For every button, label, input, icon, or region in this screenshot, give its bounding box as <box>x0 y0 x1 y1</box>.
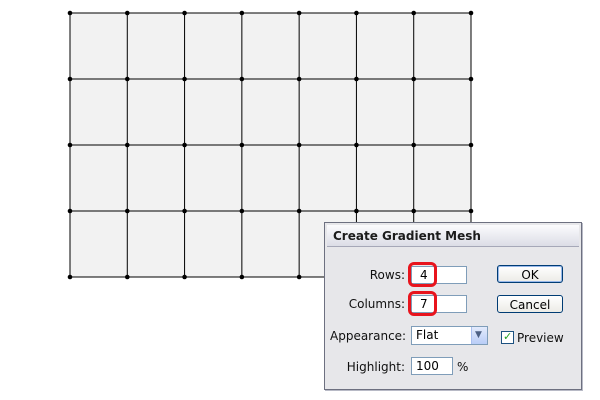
columns-label: Columns: <box>348 297 405 311</box>
mesh-anchor-point <box>411 142 417 148</box>
mesh-anchor-point <box>67 274 73 280</box>
mesh-anchor-point <box>239 208 245 214</box>
mesh-anchor-point <box>67 142 73 148</box>
appearance-label: Appearance: <box>330 329 407 343</box>
mesh-anchor-point <box>411 10 417 16</box>
mesh-anchor-point <box>124 76 130 82</box>
mesh-anchor-point <box>124 142 130 148</box>
mesh-anchor-point <box>354 142 359 148</box>
mesh-anchor-point <box>411 76 417 82</box>
highlight-label: Highlight: <box>346 360 405 374</box>
highlight-percent-unit: % <box>457 360 469 374</box>
mesh-anchor-point <box>124 208 130 214</box>
mesh-anchor-point <box>124 274 130 280</box>
preview-label[interactable]: Preview <box>517 331 564 345</box>
mesh-anchor-point <box>468 142 474 148</box>
mesh-anchor-point <box>296 10 302 16</box>
mesh-anchor-point <box>182 10 187 16</box>
mesh-anchor-point <box>124 10 130 16</box>
appearance-select[interactable]: Flat ▼ <box>411 326 488 345</box>
mesh-anchor-point <box>468 208 474 214</box>
mesh-anchor-point <box>182 142 187 148</box>
mesh-anchor-point <box>182 208 187 214</box>
checkmark-icon: ✓ <box>503 330 513 343</box>
dialog-title: Create Gradient Mesh <box>333 229 481 243</box>
mesh-anchor-point <box>354 208 359 214</box>
mesh-anchor-point <box>296 76 302 82</box>
mesh-anchor-point <box>296 274 302 280</box>
mesh-anchor-point <box>67 10 73 16</box>
dialog-title-bar[interactable]: Create Gradient Mesh <box>327 225 579 247</box>
create-gradient-mesh-dialog: Create Gradient Mesh Rows: 4 Columns: 7 … <box>324 222 582 390</box>
rows-label: Rows: <box>369 268 405 282</box>
mesh-anchor-point <box>67 76 73 82</box>
appearance-select-value: Flat <box>416 328 439 342</box>
mesh-anchor-point <box>239 76 245 82</box>
ok-button[interactable]: OK <box>497 265 563 283</box>
preview-checkbox[interactable]: ✓ <box>501 330 514 344</box>
mesh-anchor-point <box>468 10 474 16</box>
appearance-dropdown-button[interactable]: ▼ <box>471 327 487 344</box>
mesh-anchor-point <box>468 76 474 82</box>
mesh-anchor-point <box>239 10 245 16</box>
highlight-input[interactable]: 100 <box>411 357 453 375</box>
chevron-down-icon: ▼ <box>475 330 482 340</box>
rows-highlight-ring <box>408 262 437 287</box>
mesh-anchor-point <box>411 208 417 214</box>
mesh-anchor-point <box>239 142 245 148</box>
mesh-anchor-point <box>239 274 245 280</box>
mesh-anchor-point <box>67 208 73 214</box>
mesh-anchor-point <box>354 76 359 82</box>
mesh-anchor-point <box>296 142 302 148</box>
mesh-anchor-point <box>354 10 359 16</box>
mesh-anchor-point <box>182 274 187 280</box>
mesh-anchor-point <box>182 76 187 82</box>
mesh-anchor-point <box>296 208 302 214</box>
columns-highlight-ring <box>408 291 437 316</box>
cancel-button[interactable]: Cancel <box>497 295 563 313</box>
